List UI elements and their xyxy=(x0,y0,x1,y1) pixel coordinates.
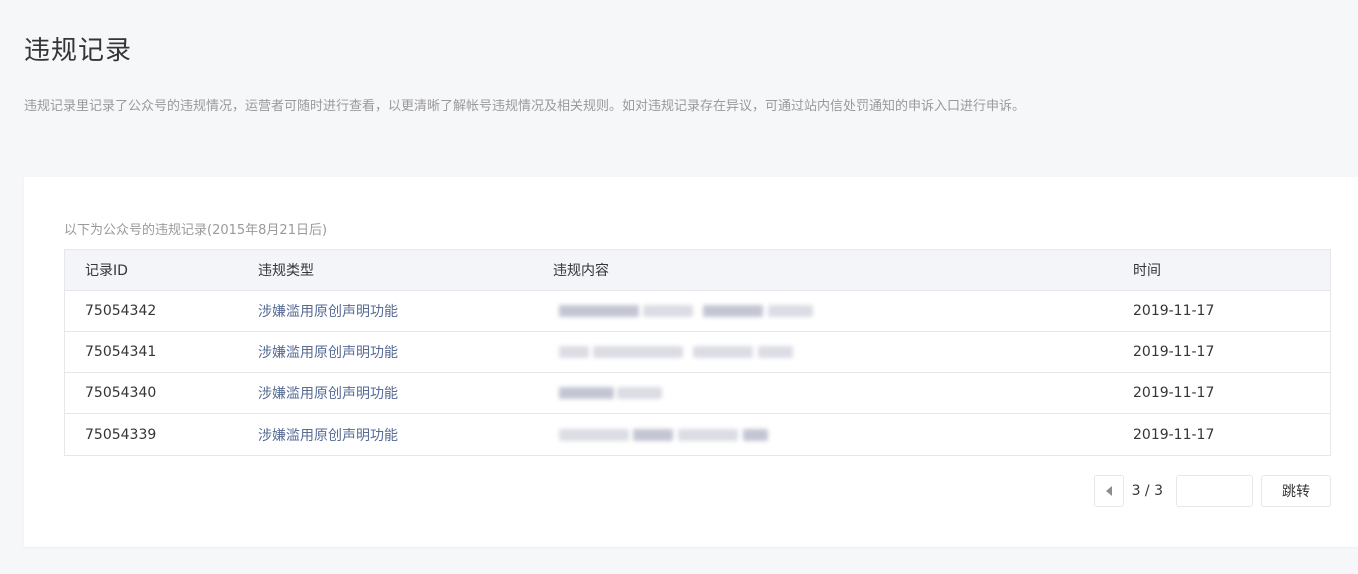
redacted-content-blur xyxy=(553,342,883,362)
violation-content-redacted xyxy=(553,414,1133,455)
page-indicator: 3 / 3 xyxy=(1131,483,1163,499)
record-time: 2019-11-17 xyxy=(1133,303,1215,319)
violation-content-redacted xyxy=(553,291,1133,331)
records-caption: 以下为公众号的违规记录(2015年8月21日后) xyxy=(64,223,328,238)
page-jump-input[interactable] xyxy=(1176,475,1253,507)
table-row: 75054339 涉嫌滥用原创声明功能 2019-11-17 xyxy=(65,414,1330,455)
record-time: 2019-11-17 xyxy=(1133,426,1215,443)
record-time: 2019-11-17 xyxy=(1133,344,1215,360)
table-row: 75054342 涉嫌滥用原创声明功能 2019-11-17 xyxy=(65,291,1330,332)
record-id: 75054339 xyxy=(85,426,157,443)
violation-type-link[interactable]: 涉嫌滥用原创声明功能 xyxy=(258,301,398,321)
records-table: 记录ID 违规类型 违规内容 时间 75054342 涉嫌滥用原创声明功能 20… xyxy=(64,249,1331,456)
column-header-type: 违规类型 xyxy=(258,263,314,279)
redacted-content-blur xyxy=(553,301,883,321)
prev-page-button[interactable] xyxy=(1093,475,1124,507)
violation-type-link[interactable]: 涉嫌滥用原创声明功能 xyxy=(258,383,398,403)
violation-content-redacted xyxy=(553,373,1133,413)
column-header-id: 记录ID xyxy=(85,263,128,279)
violation-content-redacted xyxy=(553,332,1133,372)
pagination: 3 / 3 跳转 xyxy=(1093,475,1331,507)
table-row: 75054340 涉嫌滥用原创声明功能 2019-11-17 xyxy=(65,373,1330,414)
record-id: 75054340 xyxy=(85,385,157,401)
records-card: 以下为公众号的违规记录(2015年8月21日后) 记录ID 违规类型 违规内容 … xyxy=(24,177,1358,547)
table-row: 75054341 涉嫌滥用原创声明功能 2019-11-17 xyxy=(65,332,1330,373)
violation-records-page: 违规记录 违规记录里记录了公众号的违规情况，运营者可随时进行查看，以更清晰了解帐… xyxy=(0,0,1358,574)
page-description: 违规记录里记录了公众号的违规情况，运营者可随时进行查看，以更清晰了解帐号违规情况… xyxy=(24,99,1026,114)
violation-type-link[interactable]: 涉嫌滥用原创声明功能 xyxy=(258,342,398,362)
caret-left-icon xyxy=(1105,486,1112,496)
table-header: 记录ID 违规类型 违规内容 时间 xyxy=(65,250,1330,291)
jump-button[interactable]: 跳转 xyxy=(1261,475,1331,507)
redacted-content-blur xyxy=(553,383,883,403)
column-header-time: 时间 xyxy=(1133,263,1161,279)
redacted-content-blur xyxy=(553,425,883,445)
page-title: 违规记录 xyxy=(24,36,133,66)
column-header-content: 违规内容 xyxy=(553,263,609,279)
record-id: 75054342 xyxy=(85,303,157,319)
record-time: 2019-11-17 xyxy=(1133,385,1215,401)
violation-type-link[interactable]: 涉嫌滥用原创声明功能 xyxy=(258,425,398,445)
record-id: 75054341 xyxy=(85,344,157,360)
